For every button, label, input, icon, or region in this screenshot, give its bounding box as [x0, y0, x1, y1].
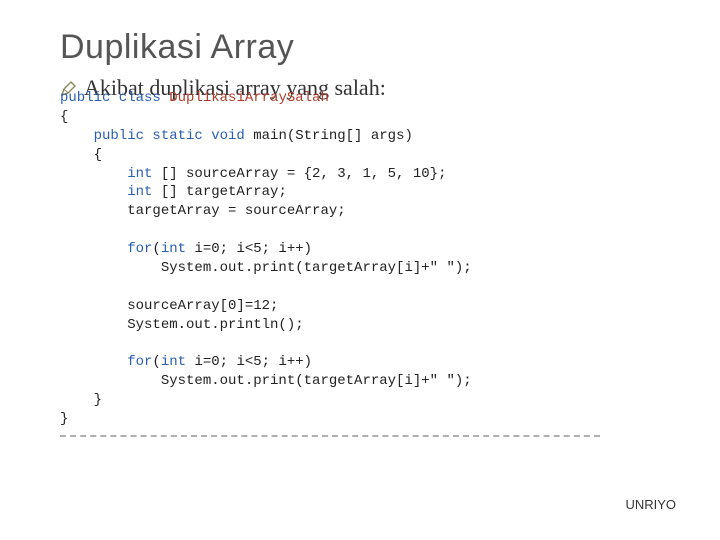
code-line: (	[152, 241, 160, 257]
code-line: [] targetArray;	[152, 184, 286, 200]
slide-title: Duplikasi Array	[60, 28, 660, 67]
code-line: (	[152, 354, 160, 370]
code-line: i=0; i<5; i++)	[186, 354, 312, 370]
code-line: {	[60, 109, 68, 125]
code-classname: DuplikasiArraySalah	[161, 90, 329, 106]
code-line: i=0; i<5; i++)	[186, 241, 312, 257]
code-kw: public class	[60, 90, 161, 106]
code-kw: int	[161, 241, 186, 257]
code-kw: int	[161, 354, 186, 370]
code-line: main(String[] args)	[245, 128, 413, 144]
footer-label: UNRIYO	[625, 497, 676, 512]
code-line: targetArray = sourceArray;	[60, 203, 346, 219]
code-line: {	[60, 147, 102, 163]
code-block: public class DuplikasiArraySalah { publi…	[60, 89, 600, 437]
code-kw: for	[60, 354, 152, 370]
code-kw: for	[60, 241, 152, 257]
code-line: [] sourceArray = {2, 3, 1, 5, 10};	[152, 166, 446, 182]
code-line: }	[60, 411, 68, 427]
code-line: System.out.print(targetArray[i]+" ");	[60, 260, 472, 276]
code-line: System.out.print(targetArray[i]+" ");	[60, 373, 472, 389]
code-kw: public static void	[60, 128, 245, 144]
code-kw: int	[60, 166, 152, 182]
code-line: System.out.println();	[60, 317, 304, 333]
code-kw: int	[60, 184, 152, 200]
code-line: }	[60, 392, 102, 408]
code-line: sourceArray[0]=12;	[60, 298, 278, 314]
